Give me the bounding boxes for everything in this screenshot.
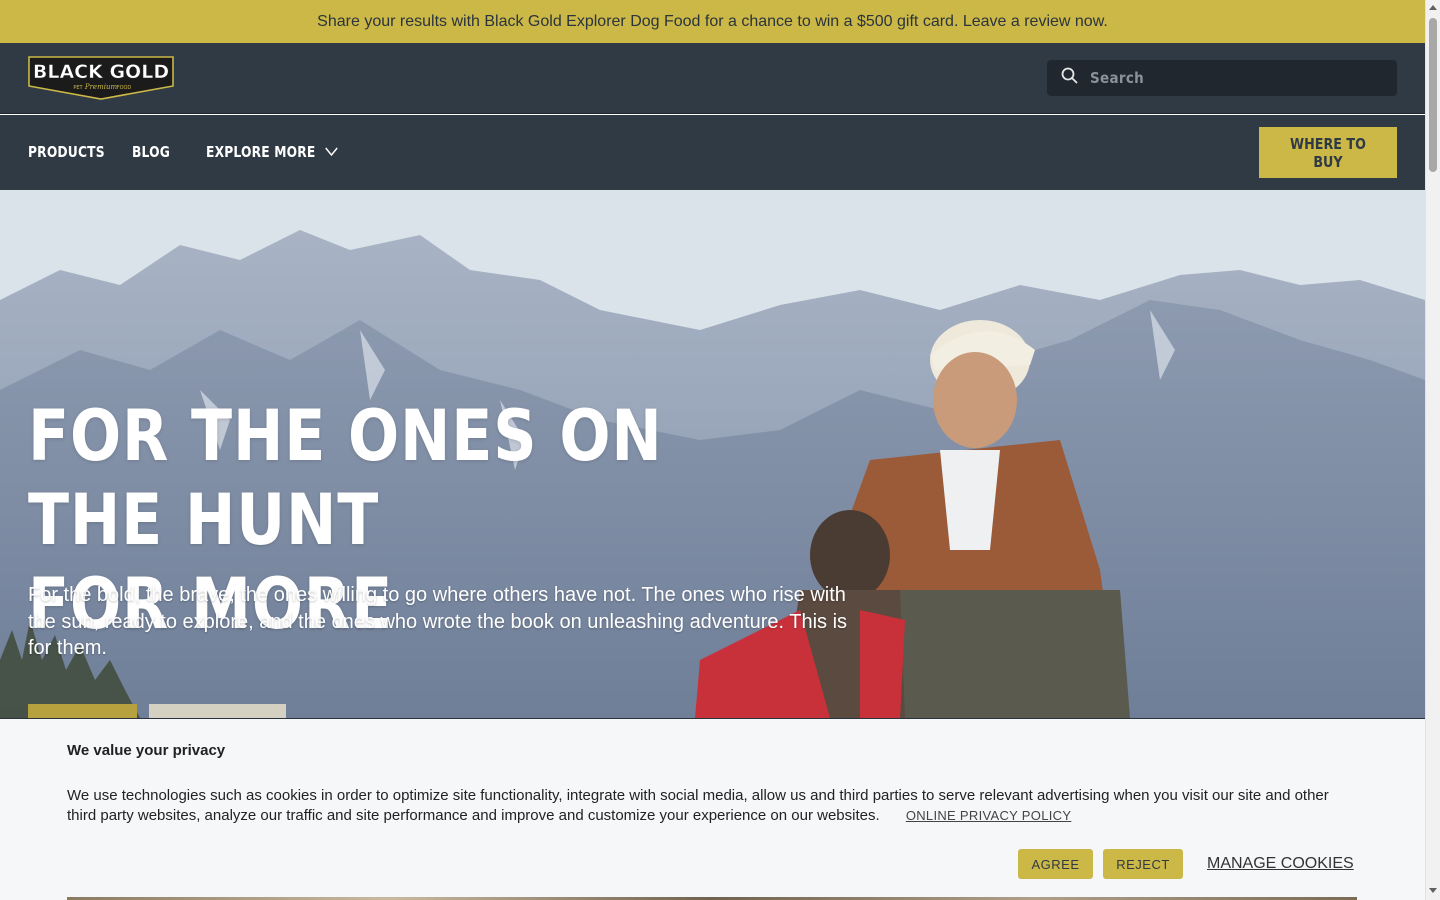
nav-item-explore-more[interactable]: Explore More [206,143,339,161]
hero-primary-button[interactable] [28,704,137,718]
search-bar[interactable] [1047,60,1397,96]
privacy-policy-link[interactable]: ONLINE PRIVACY POLICY [906,808,1071,823]
nav-item-label: Blog [132,143,170,161]
site-header: BLACK GOLD PET Premium FOOD [0,43,1425,114]
logo-tagline-right: FOOD [117,85,132,91]
nav-item-products[interactable]: Products [28,143,105,161]
nav-item-label: Products [28,143,105,161]
hero-title-line1: For the ones on the hunt [28,395,663,561]
agree-button[interactable]: AGREE [1018,849,1093,879]
where-to-buy-button[interactable]: Where to Buy [1259,127,1397,178]
cookie-body-text: We use technologies such as cookies in o… [67,787,1329,824]
nav-item-label: Explore More [206,143,316,161]
logo-tagline-mid: Premium [84,83,118,91]
logo-tagline-left: PET [73,85,83,91]
hero-subtitle: For the bold, the brave, the ones willin… [28,584,848,659]
promo-text[interactable]: Share your results with Black Gold Explo… [317,13,1108,31]
scroll-up-arrow-icon[interactable] [1429,5,1437,10]
hero-secondary-button[interactable] [149,704,286,718]
where-to-buy-label: Where to Buy [1290,134,1366,171]
cookie-consent-banner: We value your privacy We use technologie… [0,718,1425,900]
scrollbar-thumb[interactable] [1429,18,1437,172]
hero-section: For the ones on the hunt for more For th… [0,190,1425,718]
scroll-down-arrow-icon[interactable] [1429,888,1437,893]
chevron-down-icon [325,147,339,157]
cookie-body: We use technologies such as cookies in o… [67,786,1357,826]
black-gold-logo[interactable]: BLACK GOLD PET Premium FOOD [28,56,174,100]
main-nav: Products Blog Explore More Where to Buy [0,115,1425,190]
cookie-title: We value your privacy [67,742,226,759]
page-scrollbar[interactable] [1425,0,1440,900]
search-input[interactable] [1088,68,1378,88]
reject-button[interactable]: REJECT [1103,849,1183,879]
search-icon[interactable] [1061,67,1078,89]
manage-cookies-link[interactable]: MANAGE COOKIES [1207,855,1354,873]
promo-banner[interactable]: Share your results with Black Gold Explo… [0,0,1425,43]
nav-item-blog[interactable]: Blog [132,143,170,161]
logo-wordmark: BLACK GOLD [33,61,169,83]
